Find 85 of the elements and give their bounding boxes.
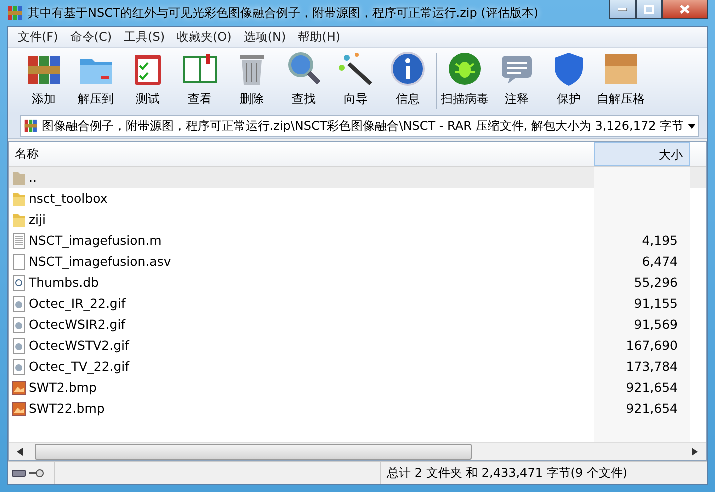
column-header[interactable]: 大小 xyxy=(594,142,690,166)
menu-item[interactable]: 文件(F) xyxy=(12,28,64,46)
path-field[interactable]: 图像融合例子，附带源图，程序可正常运行.zip\NSCT彩色图像融合\NSCT - RAR 压缩文件, 解包大小为 3,126,172 字节 xyxy=(20,115,699,137)
toolbar-button[interactable]: 测试 xyxy=(122,50,174,112)
scroll-right-icon[interactable] xyxy=(692,448,698,456)
file-row[interactable]: NSCT_imagefusion.asv 6,474 xyxy=(9,251,706,272)
file-row[interactable]: OctecWSIR2.gif 91,569 xyxy=(9,314,706,335)
file-size: 921,654 xyxy=(594,398,690,419)
image-file-icon xyxy=(12,400,26,416)
menu-item[interactable]: 工具(S) xyxy=(118,28,171,46)
toolbar-button[interactable]: 解压到 xyxy=(70,50,122,112)
image-file-icon xyxy=(12,380,26,396)
toolbar-button[interactable]: 查看 xyxy=(174,50,226,112)
file-size: 55,296 xyxy=(594,272,690,293)
file-name: SWT2.bmp xyxy=(29,380,97,395)
file-row[interactable]: nsct_toolbox xyxy=(9,188,706,209)
file-icon xyxy=(12,254,26,270)
column-header[interactable]: 名称 xyxy=(9,142,594,166)
drive-icon xyxy=(12,470,26,476)
file-name: OctecWSTV2.gif xyxy=(29,338,130,353)
status-text: 总计 2 文件夹 和 2,433,471 字节(9 个文件) xyxy=(380,462,707,484)
folder-icon xyxy=(12,190,26,206)
archive-icon xyxy=(7,5,23,21)
minimize-button[interactable] xyxy=(609,0,636,19)
file-name: ziji xyxy=(29,212,46,227)
file-row[interactable]: Octec_TV_22.gif 173,784 xyxy=(9,356,706,377)
file-name: Thumbs.db xyxy=(29,275,99,290)
toolbar-button[interactable]: 注释 xyxy=(491,50,543,112)
file-size: 4,195 xyxy=(594,230,690,251)
folder-icon xyxy=(12,212,26,228)
toolbar-button[interactable]: 信息 xyxy=(382,50,434,112)
file-size: 6,474 xyxy=(594,251,690,272)
scrollbar-thumb[interactable] xyxy=(35,444,472,460)
folder-up-icon xyxy=(12,170,26,186)
file-size: 167,690 xyxy=(594,335,690,356)
file-row[interactable]: SWT2.bmp 921,654 xyxy=(9,377,706,398)
menu-item[interactable]: 命令(C) xyxy=(64,28,118,46)
text-file-icon xyxy=(12,232,26,248)
image-file-icon xyxy=(12,358,26,374)
file-row[interactable]: Octec_IR_22.gif 91,155 xyxy=(9,293,706,314)
key-icon xyxy=(29,468,45,478)
scroll-left-icon[interactable] xyxy=(17,448,23,456)
file-size: 91,569 xyxy=(594,314,690,335)
toolbar-button[interactable]: 向导 xyxy=(330,50,382,112)
file-name: NSCT_imagefusion.m xyxy=(29,233,162,248)
close-icon xyxy=(680,4,690,14)
file-name: SWT22.bmp xyxy=(29,401,105,416)
file-name: NSCT_imagefusion.asv xyxy=(29,254,172,269)
file-row[interactable]: NSCT_imagefusion.m 4,195 xyxy=(9,230,706,251)
file-size: 173,784 xyxy=(594,356,690,377)
minimize-icon xyxy=(618,8,627,10)
file-name: nsct_toolbox xyxy=(29,191,108,206)
toolbar-button[interactable]: 删除 xyxy=(226,50,278,112)
toolbar-button[interactable]: 查找 xyxy=(278,50,330,112)
wand-icon xyxy=(337,50,375,88)
close-button[interactable] xyxy=(662,0,708,19)
toolbar-button[interactable]: 扫描病毒 xyxy=(439,50,491,112)
bug-icon xyxy=(446,50,484,88)
file-row[interactable]: SWT22.bmp 921,654 xyxy=(9,398,706,419)
file-size: 91,155 xyxy=(594,293,690,314)
toolbar-button[interactable]: 保护 xyxy=(543,50,595,112)
image-file-icon xyxy=(12,316,26,332)
dropdown-arrow-icon[interactable] xyxy=(688,124,695,128)
menu-item[interactable]: 收藏夹(O) xyxy=(171,28,238,46)
file-row[interactable]: .. xyxy=(9,167,706,188)
file-name: Octec_IR_22.gif xyxy=(29,296,126,311)
file-name: OctecWSIR2.gif xyxy=(29,317,126,332)
info-icon xyxy=(389,50,427,88)
toolbar-button[interactable]: 自解压格 xyxy=(595,50,647,112)
toolbar-button[interactable]: 添加 xyxy=(18,50,70,112)
window-title: 其中有基于NSCT的红外与可见光彩色图像融合例子，附带源图，程序可正常运行.zip (评估版本) xyxy=(28,4,540,22)
file-row[interactable]: ziji xyxy=(9,209,706,230)
file-name: Octec_TV_22.gif xyxy=(29,359,130,374)
maximize-icon xyxy=(644,4,654,14)
menu-item[interactable]: 帮助(H) xyxy=(292,28,347,46)
image-file-icon xyxy=(12,338,26,354)
archive-icon xyxy=(24,118,38,134)
file-size: 921,654 xyxy=(594,377,690,398)
image-file-icon xyxy=(12,296,26,312)
path-text: 图像融合例子，附带源图，程序可正常运行.zip\NSCT彩色图像融合\NSCT - RAR 压缩文件, 解包大小为 3,126,172 字节 xyxy=(42,118,684,134)
file-row[interactable]: Thumbs.db 55,296 xyxy=(9,272,706,293)
file-row[interactable]: OctecWSTV2.gif 167,690 xyxy=(9,335,706,356)
maximize-button[interactable] xyxy=(636,0,662,19)
file-name: .. xyxy=(29,170,37,185)
menu-item[interactable]: 选项(N) xyxy=(238,28,292,46)
